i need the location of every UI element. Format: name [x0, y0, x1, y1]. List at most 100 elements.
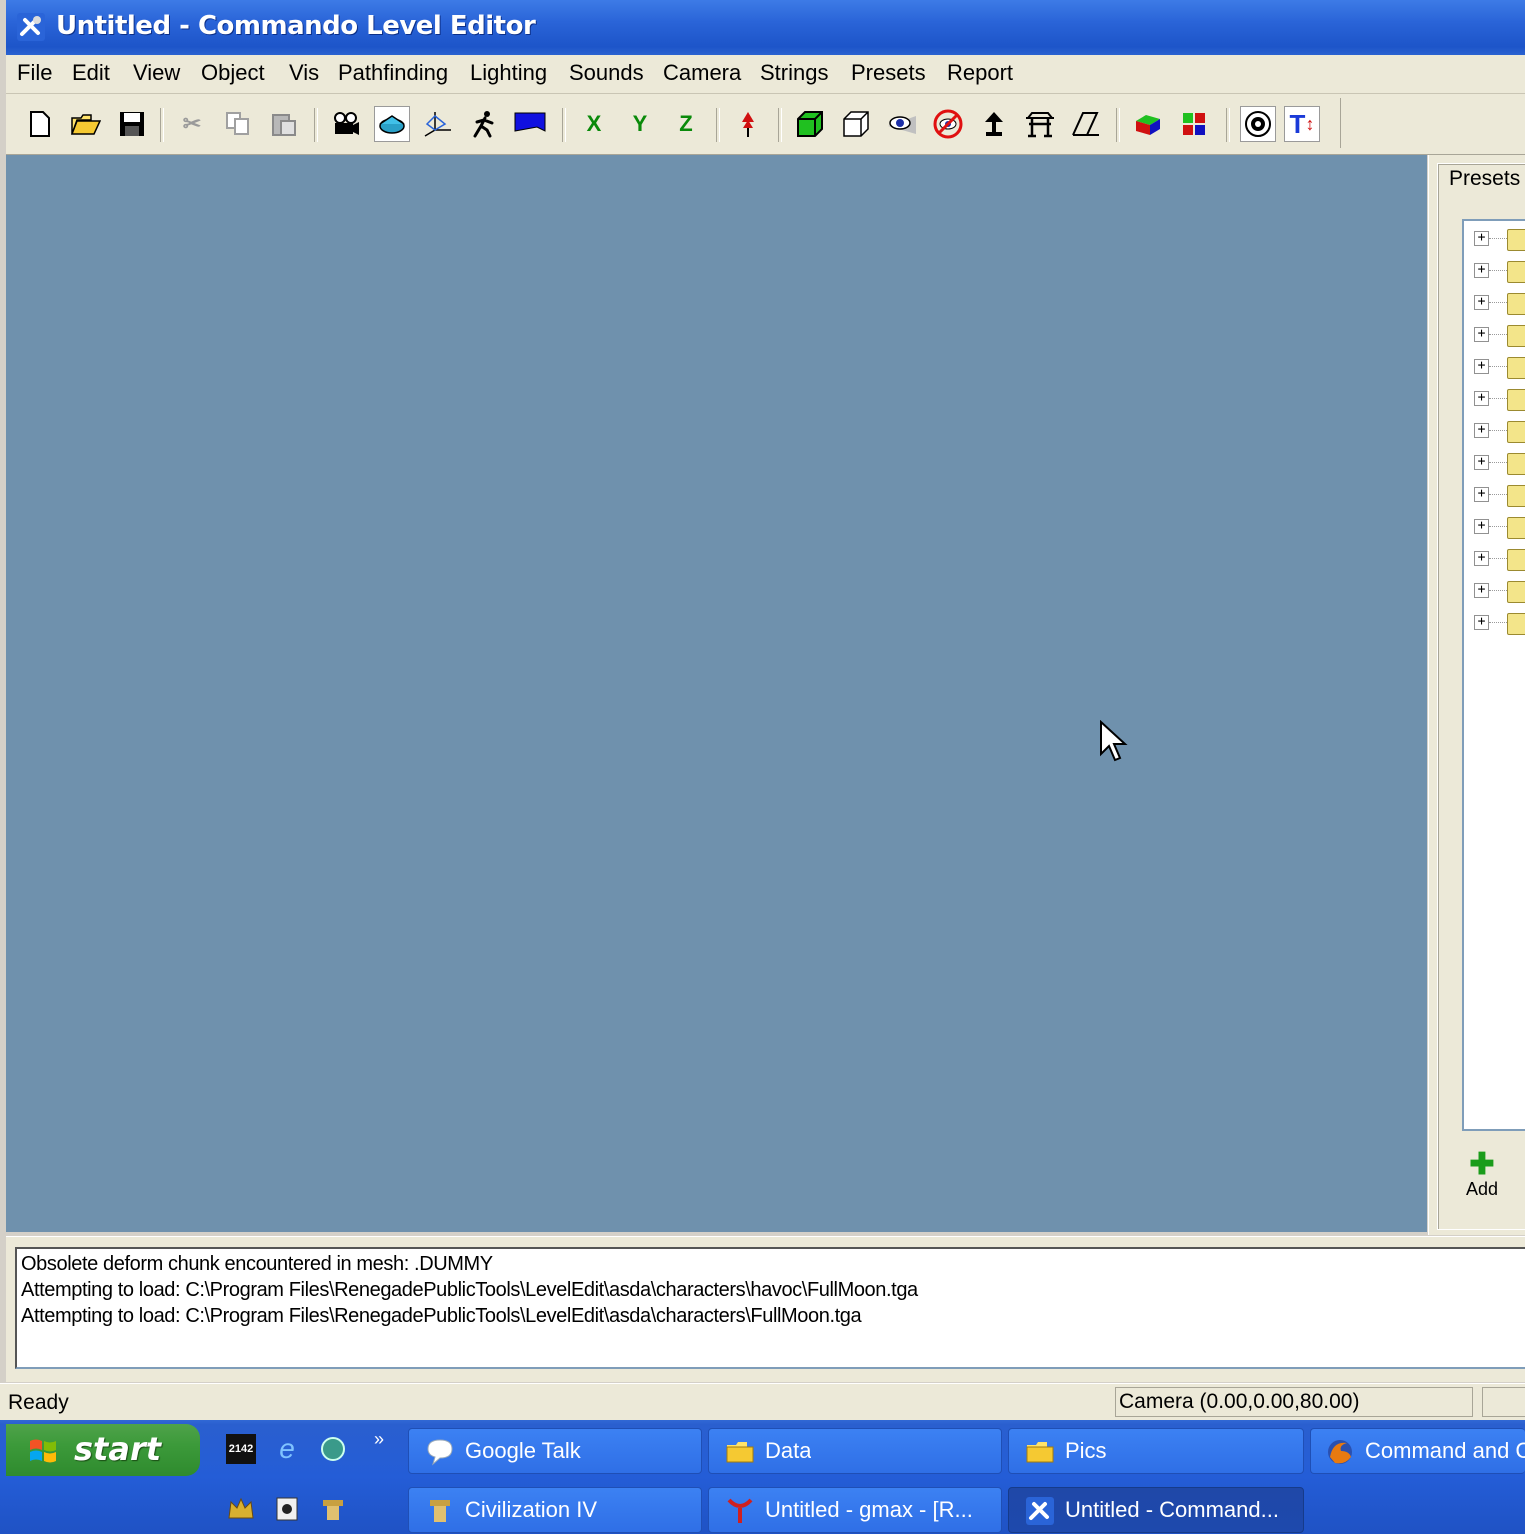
flag-icon[interactable]	[512, 106, 548, 142]
folder-icon	[1507, 389, 1525, 411]
menu-vis[interactable]: Vis	[287, 60, 321, 86]
task-gmax[interactable]: Untitled - gmax - [R...	[708, 1487, 1002, 1533]
preset-tree-item[interactable]: +	[1474, 385, 1525, 413]
lamp-icon[interactable]	[976, 106, 1012, 142]
axis-z-button[interactable]: Z	[668, 106, 704, 142]
menu-pathfinding[interactable]: Pathfinding	[336, 60, 450, 86]
task-pics-folder[interactable]: Pics	[1008, 1428, 1304, 1474]
log-line: Obsolete deform chunk encountered in mes…	[21, 1253, 493, 1275]
quicklaunch-more-button[interactable]: »	[364, 1424, 394, 1454]
expand-icon[interactable]: +	[1474, 359, 1489, 374]
tools-icon	[1026, 1497, 1054, 1525]
add-label: Add	[1465, 1179, 1499, 1199]
task-label: Data	[765, 1438, 812, 1463]
select-object-icon[interactable]	[374, 106, 410, 142]
drop-marker-icon[interactable]	[730, 106, 766, 142]
paste-icon[interactable]	[266, 106, 302, 142]
menu-view[interactable]: View	[131, 60, 182, 86]
menu-file[interactable]: File	[15, 60, 54, 86]
expand-icon[interactable]: +	[1474, 519, 1489, 534]
menu-presets[interactable]: Presets	[849, 60, 928, 86]
firefox-icon	[1328, 1440, 1352, 1464]
camera-icon[interactable]	[328, 106, 364, 142]
copy-icon[interactable]	[220, 106, 256, 142]
title-bar[interactable]: Untitled - Commando Level Editor	[6, 0, 1525, 55]
task-data-folder[interactable]: Data	[708, 1428, 1002, 1474]
task-label: Command and Co	[1365, 1438, 1525, 1463]
presets-tree[interactable]: + + + + + + + + + + + + +	[1462, 219, 1525, 1131]
preset-tree-item[interactable]: +	[1474, 417, 1525, 445]
3d-viewport[interactable]	[6, 155, 1427, 1232]
presets-pane: Presets + + + + + + + + + + + + + ✚ Add	[1428, 155, 1525, 1235]
folder-icon	[1507, 581, 1525, 603]
preset-tree-item[interactable]: +	[1474, 577, 1525, 605]
text-sort-icon[interactable]: T ↕	[1284, 106, 1320, 142]
visibility-icon[interactable]	[1240, 106, 1276, 142]
save-disk-icon[interactable]	[114, 106, 150, 142]
menu-lighting[interactable]: Lighting	[468, 60, 549, 86]
solid-box-icon[interactable]	[792, 106, 828, 142]
expand-icon[interactable]: +	[1474, 263, 1489, 278]
menu-camera[interactable]: Camera	[661, 60, 743, 86]
folder-icon	[1507, 613, 1525, 635]
preset-tree-item[interactable]: +	[1474, 353, 1525, 381]
status-bar: Ready Camera (0.00,0.00,80.00)	[0, 1383, 1525, 1421]
2142-launcher-icon[interactable]: 2142	[226, 1434, 256, 1464]
color-blocks-icon[interactable]	[1176, 106, 1212, 142]
log-line: Attempting to load: C:\Program Files\Ren…	[21, 1305, 862, 1327]
task-commando-level-editor[interactable]: Untitled - Command...	[1008, 1487, 1304, 1533]
preset-tree-item[interactable]: +	[1474, 449, 1525, 477]
start-label: start	[74, 1430, 162, 1468]
start-button[interactable]: start	[6, 1424, 200, 1476]
expand-icon[interactable]: +	[1474, 615, 1489, 630]
gizmo-icon[interactable]	[420, 106, 456, 142]
task-google-talk[interactable]: Google Talk	[408, 1428, 702, 1474]
menu-report[interactable]: Report	[945, 60, 1015, 86]
preset-tree-item[interactable]: +	[1474, 321, 1525, 349]
new-file-icon[interactable]	[22, 106, 58, 142]
hide-icon[interactable]	[930, 106, 966, 142]
task-command-and-conquer[interactable]: Command and Co	[1310, 1428, 1525, 1474]
globe-icon[interactable]	[318, 1434, 348, 1464]
expand-icon[interactable]: +	[1474, 231, 1489, 246]
cube-color-icon[interactable]	[1130, 106, 1166, 142]
preset-tree-item[interactable]: +	[1474, 609, 1525, 637]
menu-strings[interactable]: Strings	[758, 60, 830, 86]
preset-tree-item[interactable]: +	[1474, 481, 1525, 509]
add-preset-button[interactable]: ✚ Add	[1459, 1150, 1505, 1203]
civilization-icon[interactable]	[318, 1494, 348, 1524]
expand-icon[interactable]: +	[1474, 327, 1489, 342]
task-civilization[interactable]: Civilization IV	[408, 1487, 702, 1533]
axis-x-button[interactable]: X	[576, 106, 612, 142]
preset-tree-item[interactable]: +	[1474, 257, 1525, 285]
expand-icon[interactable]: +	[1474, 423, 1489, 438]
menu-object[interactable]: Object	[199, 60, 267, 86]
preset-tree-item[interactable]: +	[1474, 225, 1525, 253]
cut-icon[interactable]: ✂	[174, 106, 210, 142]
presets-label: Presets	[1447, 167, 1523, 191]
expand-icon[interactable]: +	[1474, 295, 1489, 310]
expand-icon[interactable]: +	[1474, 551, 1489, 566]
axis-y-button[interactable]: Y	[622, 106, 658, 142]
preset-tree-item[interactable]: +	[1474, 545, 1525, 573]
preset-tree-item[interactable]: +	[1474, 513, 1525, 541]
task-label: Pics	[1065, 1438, 1107, 1463]
preset-tree-item[interactable]: +	[1474, 289, 1525, 317]
wire-box-icon[interactable]	[838, 106, 874, 142]
document-icon[interactable]	[272, 1494, 302, 1524]
expand-icon[interactable]: +	[1474, 487, 1489, 502]
bench-icon[interactable]	[1022, 106, 1058, 142]
open-folder-icon[interactable]	[68, 106, 104, 142]
eye-icon[interactable]	[884, 106, 920, 142]
expand-icon[interactable]: +	[1474, 391, 1489, 406]
tilt-icon[interactable]	[1068, 106, 1104, 142]
output-log[interactable]: Obsolete deform chunk encountered in mes…	[15, 1247, 1525, 1369]
walk-mode-icon[interactable]	[466, 106, 502, 142]
camera-position-readout: Camera (0.00,0.00,80.00)	[1115, 1387, 1473, 1417]
empire-game-icon[interactable]	[226, 1494, 256, 1524]
menu-edit[interactable]: Edit	[70, 60, 112, 86]
menu-sounds[interactable]: Sounds	[567, 60, 646, 86]
internet-explorer-icon[interactable]: e	[272, 1433, 302, 1464]
expand-icon[interactable]: +	[1474, 583, 1489, 598]
expand-icon[interactable]: +	[1474, 455, 1489, 470]
